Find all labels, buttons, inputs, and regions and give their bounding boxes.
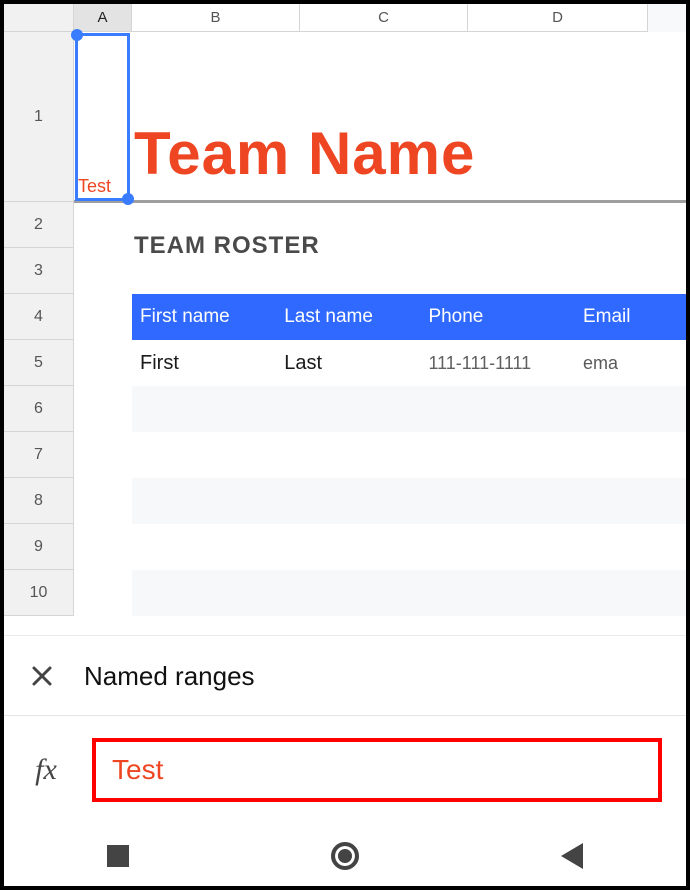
- android-nav-bar: [4, 826, 686, 886]
- nav-home-button[interactable]: [305, 842, 385, 870]
- row-header[interactable]: 8: [4, 478, 74, 524]
- circle-icon: [331, 842, 359, 870]
- table-header-row: First name Last name Phone Email: [132, 294, 686, 340]
- row-header[interactable]: 2: [4, 202, 74, 248]
- select-all-corner[interactable]: [4, 4, 74, 32]
- column-headers: A B C D: [4, 4, 686, 32]
- table-row[interactable]: First Last 111-111-1111 ema: [132, 340, 686, 386]
- range-name-input[interactable]: [92, 738, 662, 802]
- row-header[interactable]: 5: [4, 340, 74, 386]
- cell-first[interactable]: First: [140, 352, 284, 375]
- col-last-name: Last name: [284, 306, 428, 328]
- table-row[interactable]: [132, 478, 686, 524]
- nav-back-button[interactable]: [532, 843, 612, 869]
- row-3: 3: [4, 248, 686, 294]
- panel-header: Named ranges: [4, 637, 686, 715]
- spreadsheet-grid[interactable]: A B C D 1 2 3 4 5 6 7 8 9 10 Team Name T…: [4, 4, 686, 634]
- name-input-row: fx: [4, 732, 686, 808]
- col-header-b[interactable]: B: [132, 4, 300, 32]
- col-email: Email: [583, 306, 686, 328]
- col-header-a[interactable]: A: [74, 4, 132, 32]
- square-icon: [107, 845, 129, 867]
- named-ranges-panel: Named ranges fx: [4, 636, 686, 826]
- selected-cell-value: Test: [78, 176, 111, 197]
- col-phone: Phone: [428, 306, 583, 328]
- row-header[interactable]: 7: [4, 432, 74, 478]
- row-7: 7: [4, 432, 686, 478]
- sheet-title: Team Name: [134, 119, 475, 188]
- panel-title: Named ranges: [84, 661, 255, 692]
- table-row[interactable]: [132, 570, 686, 616]
- close-icon[interactable]: [28, 664, 56, 688]
- row-header[interactable]: 9: [4, 524, 74, 570]
- col-first-name: First name: [140, 306, 284, 328]
- row-header[interactable]: 1: [4, 32, 74, 202]
- row-header[interactable]: 10: [4, 570, 74, 616]
- col-header-c[interactable]: C: [300, 4, 468, 32]
- row-2: 2: [4, 202, 686, 248]
- row-header[interactable]: 3: [4, 248, 74, 294]
- cell-email[interactable]: ema: [583, 353, 686, 374]
- row-9: 9: [4, 524, 686, 570]
- section-heading: TEAM ROSTER: [134, 232, 320, 260]
- table-row[interactable]: [132, 386, 686, 432]
- row-header[interactable]: 4: [4, 294, 74, 340]
- divider: [74, 200, 686, 203]
- nav-recent-button[interactable]: [78, 845, 158, 867]
- row-header[interactable]: 6: [4, 386, 74, 432]
- cell-phone[interactable]: 111-111-1111: [428, 353, 583, 374]
- cell-last[interactable]: Last: [284, 352, 428, 375]
- fx-icon: fx: [28, 753, 64, 787]
- col-header-d[interactable]: D: [468, 4, 648, 32]
- triangle-left-icon: [561, 843, 583, 869]
- divider: [4, 715, 686, 716]
